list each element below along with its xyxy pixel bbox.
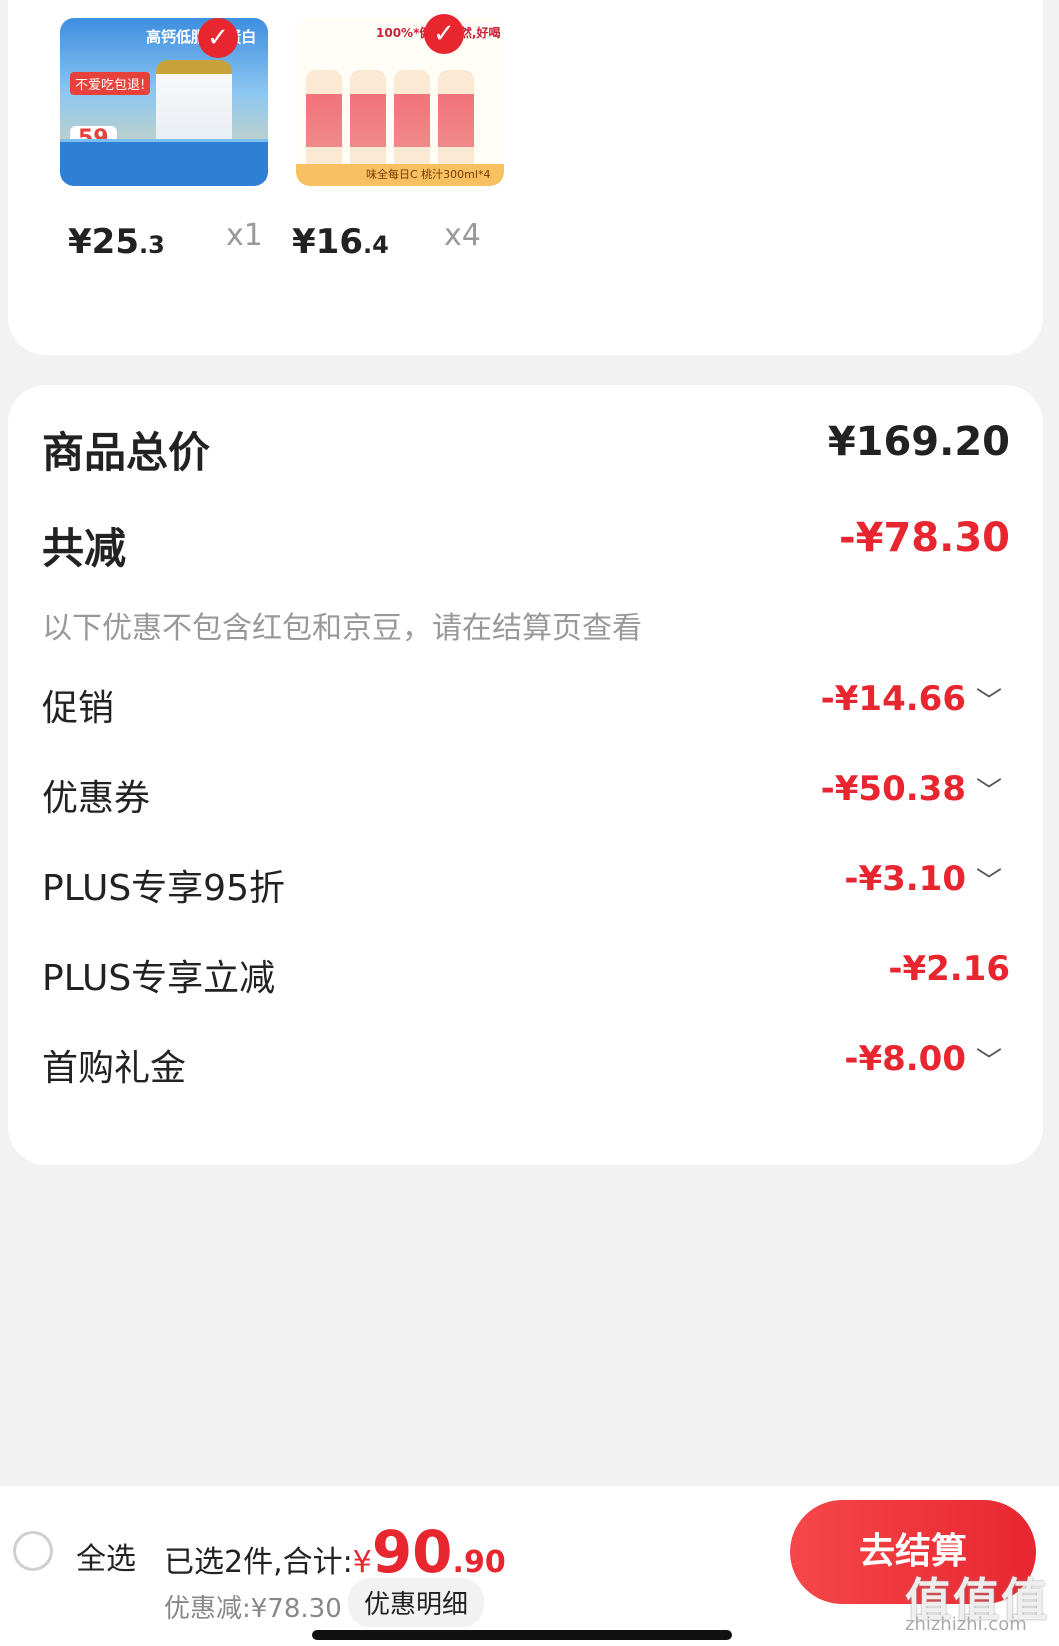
total-dec: .90 [452, 1545, 506, 1580]
product-image-juice[interactable]: 100%*健康,自然,好喝 味全每日C 桃汁300ml*4 [296, 18, 504, 186]
product-price: ¥25.3 [68, 222, 165, 262]
checkout-bar: 全选 已选2件,合计:¥90.90 优惠减:¥78.30 优惠明细 去结算 值值… [0, 1486, 1059, 1646]
selected-count: 已选2件,合计: [164, 1545, 353, 1580]
image-strip [60, 139, 268, 186]
total-value: ¥169.20 [827, 419, 1010, 465]
select-all-label[interactable]: 全选 [76, 1534, 136, 1578]
reduce-label: 共减 [42, 524, 127, 573]
price-int: ¥25 [68, 222, 139, 262]
discount-value: -¥14.66 ﹀ [820, 679, 1002, 719]
product-price: ¥16.4 [292, 222, 389, 262]
home-indicator[interactable] [312, 1630, 732, 1640]
total-label: 商品总价 [42, 428, 211, 477]
image-footer: 味全每日C 桃汁300ml*4 [296, 164, 504, 186]
discount-label: 首购礼金 [42, 1048, 187, 1089]
discount-label: 促销 [42, 688, 115, 729]
discount-value: -¥3.10 ﹀ [844, 859, 1002, 899]
discount-detail-button[interactable]: 优惠明细 [348, 1578, 485, 1627]
discount-label: 优惠券 [42, 778, 151, 819]
watermark-url: zhizhizhi.com [905, 1614, 1027, 1635]
product-card: 高钙低脂 高蛋白 不爱吃包退! 59 ✓ ¥25.3 x1 100%*健康,自然… [8, 0, 1043, 355]
product-item-milk[interactable]: 高钙低脂 高蛋白 不爱吃包退! 59 ✓ [60, 18, 268, 186]
checkmark-icon[interactable]: ✓ [424, 14, 464, 54]
discount-label: PLUS专享95折 [42, 868, 285, 909]
image-tag: 不爱吃包退! [70, 72, 151, 95]
currency-symbol: ¥ [352, 1545, 372, 1580]
discount-value: -¥2.16 [888, 949, 1010, 989]
total-int: 90 [371, 1518, 453, 1586]
chevron-down-icon[interactable]: ﹀ [976, 687, 1002, 717]
price-dec: .4 [362, 231, 389, 259]
discount-note: 以下优惠不包含红包和京豆，请在结算页查看 [42, 611, 642, 646]
discount-label: PLUS专享立减 [42, 958, 276, 999]
price-summary-card: 商品总价 ¥169.20 共减 -¥78.30 以下优惠不包含红包和京豆，请在结… [8, 385, 1043, 1165]
cart-total: 已选2件,合计:¥90.90 [164, 1518, 506, 1586]
reduce-value: -¥78.30 [839, 515, 1010, 561]
product-qty: x1 [226, 218, 263, 253]
product-qty: x4 [444, 218, 481, 253]
chevron-down-icon[interactable]: ﹀ [976, 867, 1002, 897]
chevron-down-icon[interactable]: ﹀ [976, 1047, 1002, 1077]
price-int: ¥16 [292, 222, 363, 262]
discount-value: -¥8.00 ﹀ [844, 1039, 1002, 1079]
discount-value: -¥50.38 ﹀ [820, 769, 1002, 809]
reduced-amount: 优惠减:¥78.30 [164, 1594, 342, 1624]
product-item-juice[interactable]: 100%*健康,自然,好喝 味全每日C 桃汁300ml*4 ✓ [296, 14, 504, 186]
chevron-down-icon[interactable]: ﹀ [976, 777, 1002, 807]
checkmark-icon[interactable]: ✓ [198, 18, 238, 58]
price-dec: .3 [138, 231, 165, 259]
select-all-radio[interactable] [13, 1531, 53, 1571]
